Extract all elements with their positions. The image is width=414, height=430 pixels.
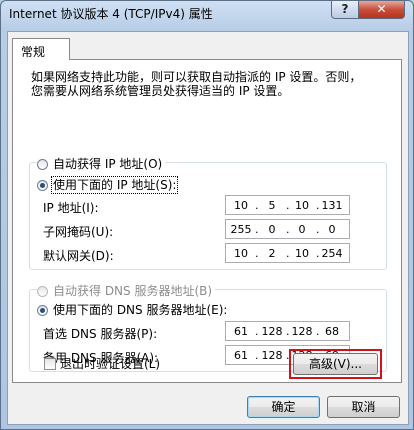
- octet: 5: [268, 199, 276, 212]
- octet: 131: [321, 199, 343, 212]
- octet: 128: [291, 325, 313, 338]
- ip-address-input[interactable]: 10. 5. 10. 131: [225, 195, 350, 215]
- validate-checkbox[interactable]: 退出时验证设置(L): [44, 355, 160, 372]
- window-title: Internet 协议版本 4 (TCP/IPv4) 属性: [9, 7, 213, 21]
- octet: 61: [234, 325, 248, 338]
- close-button[interactable]: ✕: [358, 1, 405, 19]
- dns-auto-radio: 自动获得 DNS 服务器地址(B): [37, 282, 216, 299]
- octet: 2: [268, 247, 276, 260]
- preferred-dns-input[interactable]: 61. 128. 128. 68: [225, 321, 350, 341]
- octet: 10: [234, 199, 248, 212]
- ip-auto-radio[interactable]: 自动获得 IP 地址(O): [37, 155, 166, 172]
- advanced-button[interactable]: 高级(V)...: [293, 353, 378, 375]
- octet: 61: [234, 349, 248, 362]
- default-gateway-input[interactable]: 10. 2. 10. 254: [225, 243, 350, 263]
- default-gateway-label: 默认网关(D):: [43, 249, 114, 263]
- octet: 128: [261, 349, 283, 362]
- octet: 0: [328, 223, 336, 236]
- ip-auto-label: 自动获得 IP 地址(O): [53, 157, 163, 171]
- octet: 0: [298, 223, 306, 236]
- preferred-dns-label: 首选 DNS 服务器(P):: [43, 327, 158, 341]
- octet: 254: [321, 247, 343, 260]
- dns-manual-label: 使用下面的 DNS 服务器地址(E):: [53, 303, 228, 317]
- octet: 128: [261, 325, 283, 338]
- radio-selected-icon: [37, 305, 48, 316]
- radio-selected-icon: [37, 180, 48, 191]
- dns-manual-radio[interactable]: 使用下面的 DNS 服务器地址(E):: [37, 301, 231, 318]
- validate-label: 退出时验证设置(L): [60, 357, 161, 371]
- radio-circle-icon: [37, 159, 48, 170]
- description-line-1: 如果网络支持此功能，则可以获取自动指派的 IP 设置。否则，: [31, 70, 362, 84]
- ok-button[interactable]: 确定: [247, 396, 320, 418]
- ip-manual-label: 使用下面的 IP 地址(S):: [50, 176, 179, 194]
- tab-general[interactable]: 常规: [12, 38, 70, 60]
- help-button[interactable]: ?: [331, 1, 359, 19]
- radio-disabled-icon: [37, 286, 48, 297]
- subnet-mask-input[interactable]: 255. 0. 0. 0: [225, 219, 350, 239]
- title-bar[interactable]: Internet 协议版本 4 (TCP/IPv4) 属性 ? ✕: [1, 1, 413, 25]
- octet: 0: [268, 223, 276, 236]
- ip-address-label: IP 地址(I):: [43, 201, 99, 215]
- octet: 10: [295, 247, 309, 260]
- octet: 10: [234, 247, 248, 260]
- octet: 10: [295, 199, 309, 212]
- octet: 255: [230, 223, 252, 236]
- ip-manual-radio[interactable]: 使用下面的 IP 地址(S):: [37, 176, 180, 194]
- octet: 68: [325, 325, 339, 338]
- description-line-2: 您需要从网络系统管理员处获得适当的 IP 设置。: [31, 84, 290, 98]
- tcpip-properties-dialog: Internet 协议版本 4 (TCP/IPv4) 属性 ? ✕ 常规 如果网…: [0, 0, 414, 430]
- subnet-mask-label: 子网掩码(U):: [43, 225, 114, 239]
- general-panel: 如果网络支持此功能，则可以获取自动指派的 IP 设置。否则， 您需要从网络系统管…: [12, 59, 402, 383]
- description: 如果网络支持此功能，则可以获取自动指派的 IP 设置。否则， 您需要从网络系统管…: [31, 70, 391, 98]
- tab-general-label: 常规: [21, 45, 46, 59]
- dns-auto-label: 自动获得 DNS 服务器地址(B): [53, 284, 213, 298]
- checkbox-icon: [44, 358, 56, 370]
- cancel-button[interactable]: 取消: [327, 396, 400, 418]
